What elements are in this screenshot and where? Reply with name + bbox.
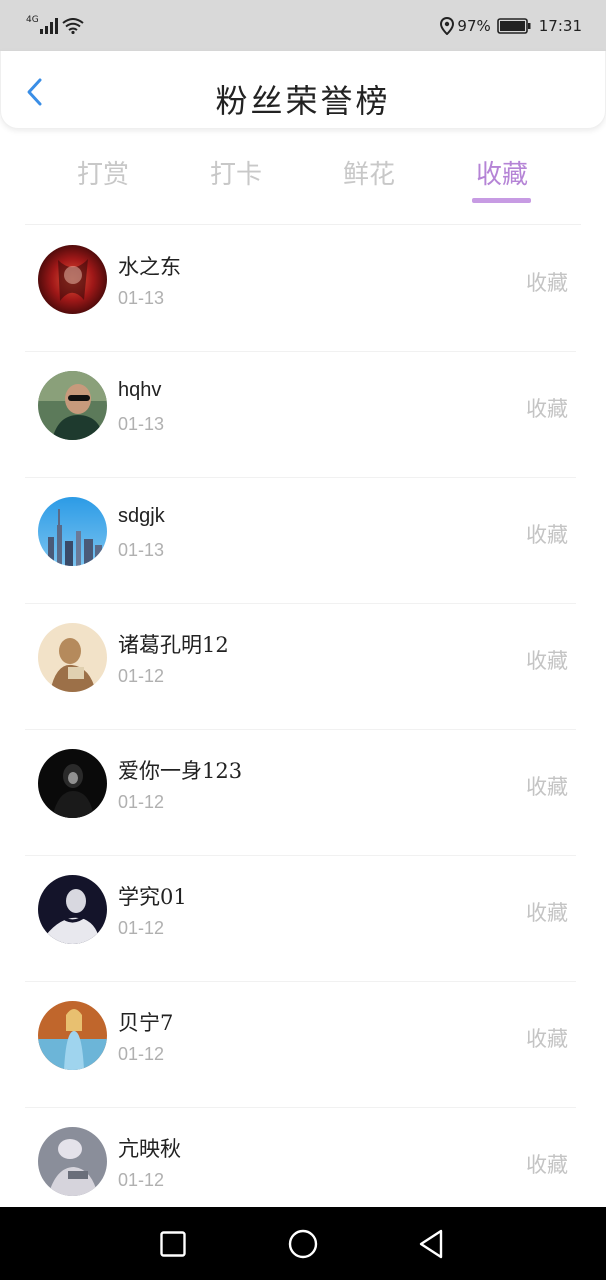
status-bar: 4G 97% 17:31 — [0, 0, 606, 51]
user-date: 01-13 — [118, 540, 165, 560]
avatar[interactable] — [38, 875, 107, 944]
recent-apps-button[interactable] — [154, 1225, 192, 1263]
wifi-icon — [62, 17, 84, 34]
home-icon — [288, 1229, 318, 1259]
avatar[interactable] — [38, 371, 107, 440]
user-date: 01-13 — [118, 288, 165, 308]
user-date: 01-12 — [118, 666, 165, 686]
tabs-divider — [25, 224, 581, 225]
user-date: 01-12 — [118, 1044, 165, 1064]
list-item[interactable]: hqhv 01-13 收藏 — [0, 352, 606, 478]
list-item[interactable]: sdgjk 01-13 收藏 — [0, 478, 606, 604]
action-label: 收藏 — [526, 775, 568, 799]
user-name: hqhv — [118, 379, 162, 401]
active-tab-indicator — [472, 198, 531, 203]
action-label: 收藏 — [526, 901, 568, 925]
list-item[interactable]: 贝宁7 01-12 收藏 — [0, 982, 606, 1108]
recent-apps-icon — [160, 1231, 186, 1257]
system-nav-bar — [0, 1207, 606, 1280]
location-icon — [440, 16, 455, 35]
user-name: 亢映秋 — [118, 1137, 181, 1161]
status-left: 4G — [26, 14, 84, 34]
avatar[interactable] — [38, 749, 107, 818]
list-item[interactable]: 水之东 01-13 收藏 — [0, 226, 606, 352]
page-title: 粉丝荣誉榜 — [215, 82, 391, 120]
back-nav-button[interactable] — [412, 1225, 450, 1263]
user-name: sdgjk — [118, 505, 165, 527]
user-date: 01-12 — [118, 1170, 165, 1190]
tab-reward[interactable]: 打赏 — [53, 154, 153, 204]
battery-icon — [496, 17, 531, 34]
avatar[interactable] — [38, 623, 107, 692]
user-name: 贝宁7 — [118, 1011, 174, 1035]
fan-list: 水之东 01-13 收藏 hqhv 01-13 收藏 sdgjk 01-13 收… — [0, 226, 606, 1234]
network-type: 4G — [26, 14, 39, 25]
back-icon — [419, 1229, 443, 1259]
tab-flowers[interactable]: 鲜花 — [319, 154, 419, 204]
action-label: 收藏 — [526, 1153, 568, 1177]
action-label: 收藏 — [526, 271, 568, 295]
action-label: 收藏 — [526, 649, 568, 673]
list-item[interactable]: 诸葛孔明12 01-12 收藏 — [0, 604, 606, 730]
header: 粉丝荣誉榜 — [0, 51, 606, 129]
tab-bar: 打赏 打卡 鲜花 收藏 — [0, 140, 606, 210]
list-item[interactable]: 学究01 01-12 收藏 — [0, 856, 606, 982]
status-right: 97% 17:31 — [440, 16, 582, 35]
avatar[interactable] — [38, 245, 107, 314]
avatar[interactable] — [38, 1001, 107, 1070]
avatar[interactable] — [38, 1127, 107, 1196]
action-label: 收藏 — [526, 523, 568, 547]
user-name: 水之东 — [118, 255, 181, 279]
user-date: 01-13 — [118, 414, 165, 434]
action-label: 收藏 — [526, 397, 568, 421]
battery-percent: 97% — [457, 16, 491, 35]
user-date: 01-12 — [118, 918, 165, 938]
avatar[interactable] — [38, 497, 107, 566]
user-date: 01-12 — [118, 792, 165, 812]
tab-favorites[interactable]: 收藏 — [452, 154, 552, 204]
user-name: 诸葛孔明12 — [118, 633, 229, 657]
tab-checkin[interactable]: 打卡 — [186, 154, 286, 204]
home-button[interactable] — [284, 1225, 322, 1263]
user-name: 学究01 — [118, 885, 187, 909]
signal-icon — [39, 17, 58, 34]
list-item[interactable]: 爱你一身123 01-12 收藏 — [0, 730, 606, 856]
clock: 17:31 — [538, 16, 582, 35]
user-name: 爱你一身123 — [118, 759, 243, 783]
action-label: 收藏 — [526, 1027, 568, 1051]
